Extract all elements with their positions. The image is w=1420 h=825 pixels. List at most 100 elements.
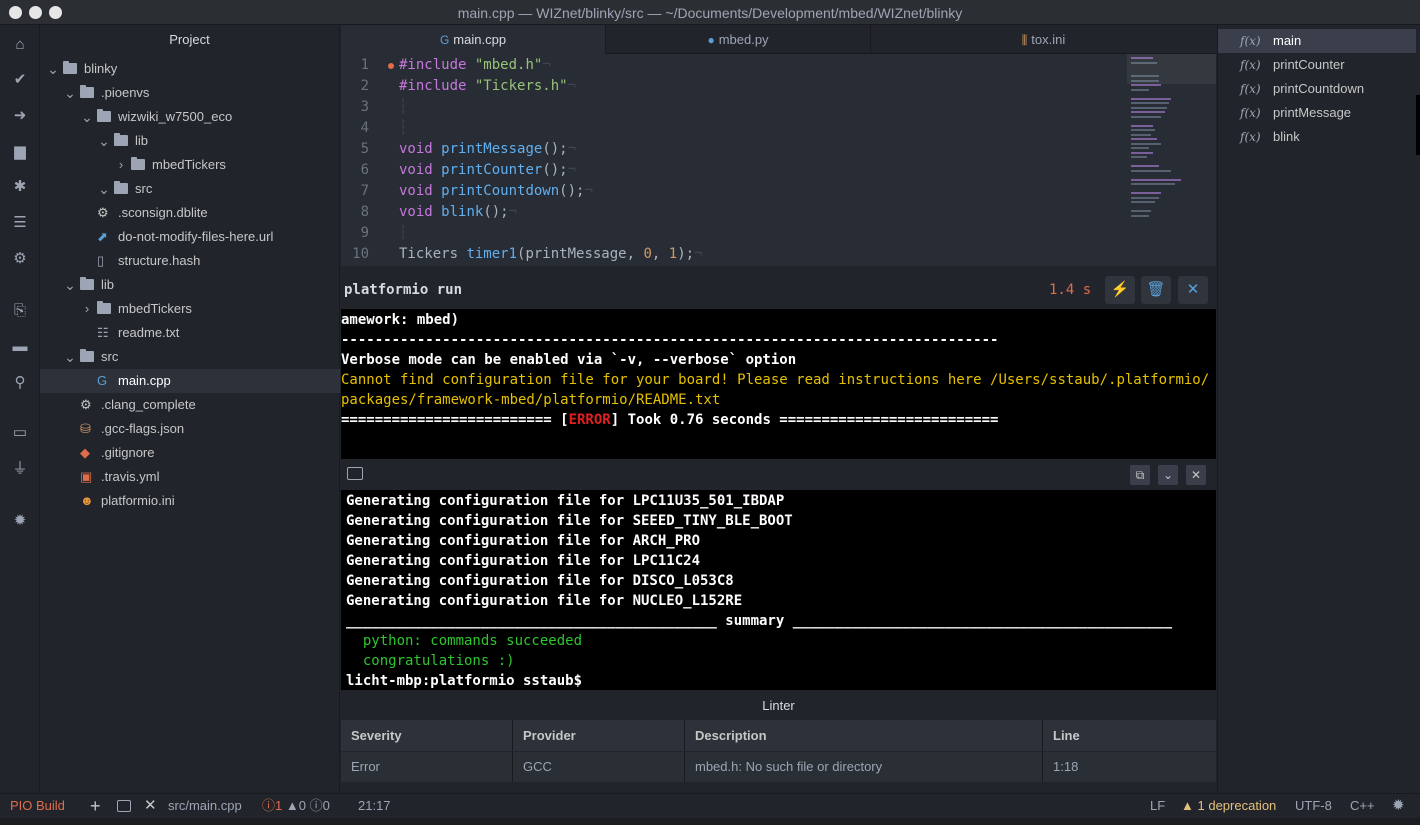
keyboard-icon[interactable] <box>347 467 363 480</box>
minimap-viewport[interactable] <box>1127 54 1216 84</box>
tree-item-sconsign-dblite[interactable]: ⚙ .sconsign.dblite <box>40 201 340 225</box>
line-ending[interactable]: LF <box>1150 794 1165 818</box>
deprecation-status[interactable]: ▲ 1 deprecation <box>1181 794 1276 818</box>
chevron-right-icon[interactable]: › <box>115 153 127 177</box>
chevron-right-icon[interactable]: › <box>81 297 93 321</box>
cell-description[interactable]: mbed.h: No such file or directory <box>685 752 1043 782</box>
linter-counts[interactable]: ⓘ1 ▲0 ⓘ0 <box>262 794 330 818</box>
tree-item-gitignore[interactable]: ◆ .gitignore <box>40 441 340 465</box>
cell-severity[interactable]: Error <box>341 752 513 782</box>
tree-item-structure-hash[interactable]: ▯ structure.hash <box>40 249 340 273</box>
folder-icon <box>114 133 128 146</box>
pio-build-button[interactable]: PIO Build <box>10 794 65 818</box>
tree-item-readme-txt[interactable]: ☷ readme.txt <box>40 321 340 345</box>
checklist-icon[interactable]: ☰ <box>10 213 30 233</box>
minimap-line <box>1131 111 1165 113</box>
outline-item-printmessage[interactable]: f(x) printMessage <box>1218 101 1416 125</box>
clear-trash-icon[interactable]: 🗑 <box>1141 276 1171 304</box>
minimap[interactable] <box>1127 54 1216 266</box>
tree-item-travis-yml[interactable]: ▣ .travis.yml <box>40 465 340 489</box>
chevron-down-icon[interactable]: ⌄ <box>64 273 76 297</box>
add-terminal-icon[interactable]: + <box>90 794 101 818</box>
column-description[interactable]: Description <box>685 720 1043 751</box>
terminal-output[interactable]: Generating configuration file for LPC11U… <box>341 490 1216 690</box>
terminal-icon[interactable] <box>117 800 131 812</box>
grammar-selector[interactable]: C++ <box>1350 794 1375 818</box>
rebuild-lightning-icon[interactable]: ⚡ <box>1105 276 1135 304</box>
cpp-file-icon: G <box>439 33 450 47</box>
tree-item-lib[interactable]: ⌄ lib <box>40 129 340 153</box>
tree-item-wizwiki-w7500-eco[interactable]: ⌄ wizwiki_w7500_eco <box>40 105 340 129</box>
tree-item-src[interactable]: ⌄ src <box>40 177 340 201</box>
chevron-down-icon[interactable]: ⌄ <box>64 81 76 105</box>
line-number: 3 <box>360 99 369 115</box>
warning-icon: ▲ <box>1181 798 1194 813</box>
chevron-down-icon[interactable]: ⌄ <box>98 129 110 153</box>
cursor-position[interactable]: 21:17 <box>358 794 391 818</box>
code-line[interactable]: void printCountdown();¬ <box>399 183 593 199</box>
tree-item-mbedtickers[interactable]: › mbedTickers <box>40 297 340 321</box>
column-severity[interactable]: Severity <box>341 720 513 751</box>
code-line[interactable]: void blink();¬ <box>399 204 517 220</box>
tree-item-main-cpp[interactable]: Gmain.cpp <box>40 369 340 393</box>
tree-item-platformio-ini[interactable]: ☻ platformio.ini <box>40 489 340 513</box>
column-provider[interactable]: Provider <box>513 720 685 751</box>
code-line[interactable]: void printCounter();¬ <box>399 162 576 178</box>
close-icon[interactable]: ✕ <box>1186 465 1206 485</box>
tree-item-gcc-flags-json[interactable]: ⛁ .gcc-flags.json <box>40 417 340 441</box>
terminal-icon[interactable]: ▭ <box>10 423 30 443</box>
tree-item-src[interactable]: ⌄ src <box>40 345 340 369</box>
tree-item-mbedtickers[interactable]: › mbedTickers <box>40 153 340 177</box>
code-line[interactable]: void printMessage();¬ <box>399 141 576 157</box>
cell-provider[interactable]: GCC <box>513 752 685 782</box>
outline-item-printcountdown[interactable]: f(x) printCountdown <box>1218 77 1416 101</box>
code-line[interactable]: ┆ <box>399 225 407 241</box>
check-icon[interactable]: ✔ <box>10 70 30 90</box>
tab-main-cpp[interactable]: Gmain.cpp <box>341 25 606 54</box>
gear-icon[interactable]: ✹ <box>10 511 30 531</box>
tree-item-do-not-modify-files-here-url[interactable]: ⬈ do-not-modify-files-here.url <box>40 225 340 249</box>
trash-icon[interactable]: ▆ <box>10 142 30 162</box>
outline-item-blink[interactable]: f(x) blink <box>1218 125 1416 149</box>
code-line[interactable]: ┆ <box>399 120 407 136</box>
window-title: main.cpp — WIZnet/blinky/src — ~/Documen… <box>457 5 963 21</box>
home-icon[interactable]: ⌂ <box>10 35 30 55</box>
chevron-down-icon[interactable]: ⌄ <box>64 345 76 369</box>
tree-item-pioenvs[interactable]: ⌄ .pioenvs <box>40 81 340 105</box>
column-line[interactable]: Line <box>1043 720 1216 751</box>
outline-item-printcounter[interactable]: f(x) printCounter <box>1218 53 1416 77</box>
code-file-icon[interactable]: ⎘ <box>10 301 30 321</box>
settings-gear-icon[interactable]: ✹ <box>1392 794 1405 818</box>
code-line[interactable]: #include "Tickers.h"¬ <box>399 78 576 94</box>
tree-item-blinky[interactable]: ⌄ blinky <box>40 57 340 81</box>
outline-item-main[interactable]: f(x) main <box>1218 29 1416 53</box>
build-output[interactable]: amework: mbed) -------------------------… <box>341 309 1216 459</box>
device-icon[interactable]: ⚙ <box>10 249 30 269</box>
file-encoding[interactable]: UTF-8 <box>1295 794 1332 818</box>
close-terminal-icon[interactable]: ✕ <box>144 794 157 818</box>
tree-item-clang-complete[interactable]: ⚙ .clang_complete <box>40 393 340 417</box>
maximize-icon[interactable]: ⧉ <box>1130 465 1150 485</box>
tab-mbed-py[interactable]: ● mbed.py <box>606 25 871 54</box>
tree-item-lib[interactable]: ⌄ lib <box>40 273 340 297</box>
folder-icon[interactable]: ▬ <box>10 337 30 357</box>
search-icon[interactable]: ⚲ <box>10 373 30 393</box>
chevron-down-icon[interactable]: ⌄ <box>98 177 110 201</box>
minimap-line <box>1131 165 1159 167</box>
plug-icon[interactable]: ⏚ <box>10 459 30 479</box>
code-line[interactable]: ┆ <box>399 99 407 115</box>
cell-line[interactable]: 1:18 <box>1043 752 1216 782</box>
outline-scrollbar[interactable] <box>1416 95 1420 155</box>
chevron-down-icon[interactable]: ⌄ <box>47 57 59 81</box>
current-file-path[interactable]: src/main.cpp <box>168 794 242 818</box>
code-editor[interactable]: 1 #include "mbed.h"¬ 2 #include "Tickers.h"… <box>341 54 1216 266</box>
bug-icon[interactable]: ✱ <box>10 177 30 197</box>
tab-tox-ini[interactable]: ⫼ tox.ini <box>871 25 1216 54</box>
chevron-down-icon[interactable]: ⌄ <box>81 105 93 129</box>
arrow-right-icon[interactable]: ➜ <box>10 106 30 126</box>
code-line[interactable]: Tickers timer1(printMessage, 0, 1);¬ <box>399 246 702 262</box>
chevron-down-icon[interactable]: ⌄ <box>1158 465 1178 485</box>
error-marker-icon <box>388 63 394 69</box>
close-panel-icon[interactable]: ✕ <box>1178 276 1208 304</box>
code-line[interactable]: #include "mbed.h"¬ <box>399 57 551 73</box>
